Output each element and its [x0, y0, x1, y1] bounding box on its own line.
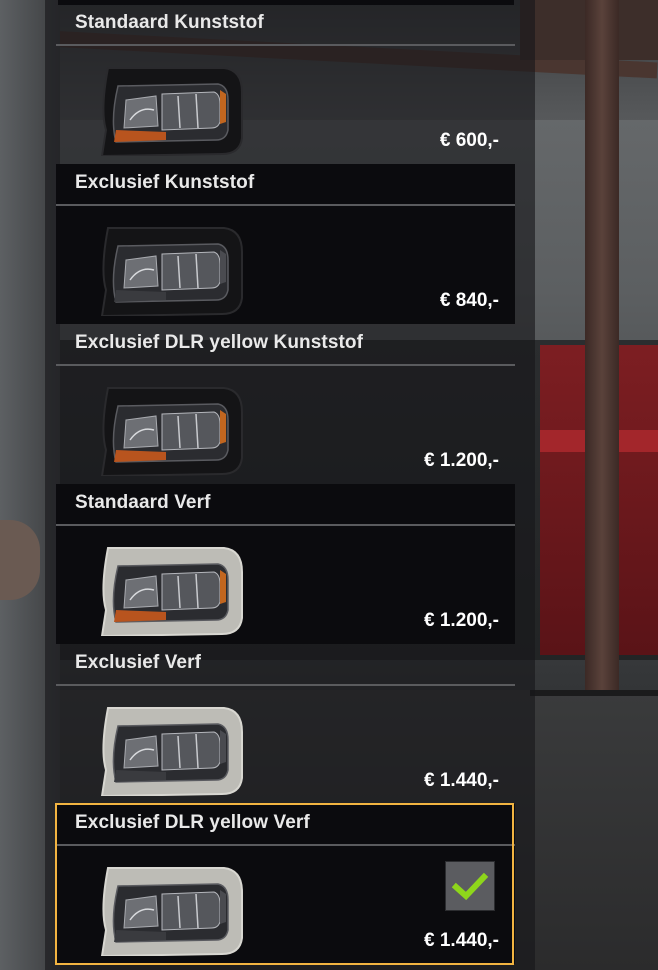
option-price: € 1.200,-: [424, 450, 499, 471]
headlight-icon: [100, 227, 243, 316]
option-standaard-kunststof[interactable]: Standaard Kunststof € 600,-: [56, 4, 515, 164]
option-exclusief-verf[interactable]: Exclusief Verf € 1.440,-: [56, 644, 515, 804]
headlight-icon: [100, 707, 243, 796]
option-exclusief-dlr-yellow-kunststof[interactable]: Exclusief DLR yellow Kunststof € 1.200,-: [56, 324, 515, 484]
option-price: € 1.440,-: [424, 770, 499, 791]
headlight-icon: [100, 547, 243, 636]
option-title: Exclusief DLR yellow Verf: [75, 812, 310, 833]
option-price: € 840,-: [439, 290, 499, 311]
headlight-icon: [100, 67, 243, 156]
headlight-option-list: Standaard Kunststof € 600,- Exclusief Ku…: [55, 4, 515, 965]
option-price: € 1.200,-: [424, 610, 499, 631]
headlight-icon: [100, 387, 243, 476]
option-title: Exclusief DLR yellow Kunststof: [75, 332, 364, 353]
option-title: Exclusief Kunststof: [75, 172, 255, 193]
option-title: Standaard Verf: [75, 492, 211, 513]
option-price: € 1.440,-: [424, 930, 499, 951]
option-standaard-verf[interactable]: Standaard Verf € 1.200,-: [56, 484, 515, 644]
option-exclusief-kunststof[interactable]: Exclusief Kunststof € 840,-: [56, 164, 515, 324]
option-title: Standaard Kunststof: [75, 12, 264, 33]
option-title: Exclusief Verf: [75, 652, 202, 673]
option-price: € 600,-: [439, 130, 499, 151]
selected-check-box: [445, 861, 495, 911]
option-exclusief-dlr-yellow-verf[interactable]: Exclusief DLR yellow Verf € 1.440,-: [55, 803, 515, 965]
headlight-icon: [100, 867, 243, 956]
checkmark-icon: [451, 872, 489, 901]
